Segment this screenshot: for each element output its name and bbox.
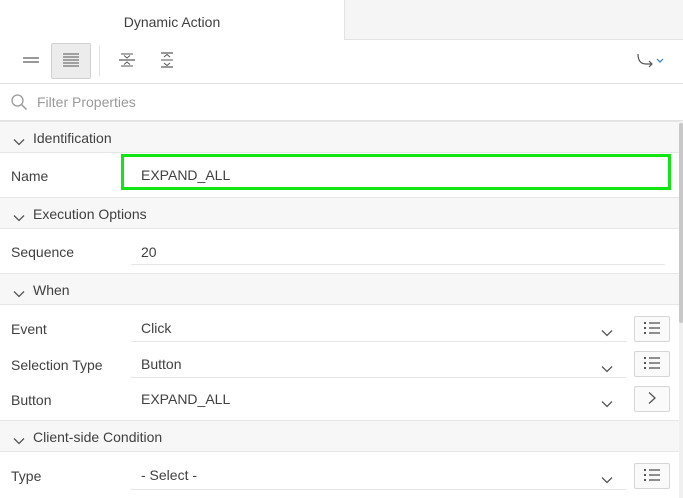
collapse-all-icon — [118, 51, 136, 72]
chevron-right-icon — [647, 391, 657, 408]
event-select[interactable]: Click — [141, 320, 171, 336]
group-title: When — [33, 282, 70, 298]
group-title: Client-side Condition — [33, 429, 163, 445]
group-title: Execution Options — [33, 206, 147, 222]
property-row-sequence: Sequence 20 — [0, 229, 679, 273]
selection-type-select[interactable]: Button — [141, 356, 181, 372]
list-icon — [643, 355, 661, 374]
property-row-button: Button EXPAND_ALL — [0, 376, 679, 420]
chevron-down-icon[interactable] — [601, 471, 613, 487]
list-icon — [643, 467, 661, 486]
filter-properties-input[interactable] — [37, 91, 637, 113]
chevron-down-icon[interactable] — [601, 360, 613, 376]
group-title: Identification — [33, 130, 112, 146]
chevron-down-icon — [13, 432, 25, 448]
chevron-down-icon — [13, 285, 25, 301]
go-to-group-icon — [634, 51, 668, 72]
property-label: Button — [11, 392, 52, 408]
toolbar-separator — [99, 46, 100, 76]
name-field[interactable]: EXPAND_ALL — [141, 167, 230, 183]
expand-all-icon — [158, 51, 176, 72]
tab-bar: Dynamic Action — [0, 0, 683, 41]
expand-all-button[interactable] — [147, 43, 187, 79]
chevron-down-icon[interactable] — [601, 324, 613, 340]
group-header-when[interactable]: When — [0, 273, 679, 305]
scrollbar-thumb[interactable] — [679, 123, 683, 323]
property-row-selection-type: Selection Type Button — [0, 341, 679, 378]
show-all-icon — [62, 52, 80, 71]
scrollbar-track[interactable] — [679, 121, 683, 498]
tab-dynamic-action[interactable]: Dynamic Action — [0, 0, 345, 41]
selection-type-list-button[interactable] — [634, 351, 670, 377]
button-select[interactable]: EXPAND_ALL — [141, 391, 230, 407]
field-underline — [131, 264, 665, 265]
property-label: Selection Type — [11, 357, 103, 373]
property-row-event: Event Click — [0, 305, 679, 342]
event-list-button[interactable] — [634, 316, 670, 342]
chevron-down-icon[interactable] — [601, 395, 613, 411]
field-underline — [131, 489, 627, 490]
type-list-button[interactable] — [634, 463, 670, 489]
filter-bar — [0, 84, 683, 121]
list-icon — [643, 320, 661, 339]
show-all-button[interactable] — [51, 43, 91, 79]
group-header-identification[interactable]: Identification — [0, 121, 679, 153]
property-editor-toolbar — [0, 40, 683, 84]
sequence-field[interactable]: 20 — [141, 244, 157, 260]
show-common-icon — [22, 53, 40, 69]
property-label: Event — [11, 321, 47, 337]
chevron-down-icon — [13, 209, 25, 225]
search-icon — [10, 93, 28, 114]
chevron-down-icon — [13, 133, 25, 149]
go-to-button-button[interactable] — [634, 386, 670, 412]
property-label: Name — [11, 168, 49, 184]
property-label: Sequence — [11, 244, 75, 260]
go-to-group-button[interactable] — [630, 43, 672, 79]
group-header-client-side-condition[interactable]: Client-side Condition — [0, 420, 679, 452]
property-row-type: Type - Select - — [0, 452, 679, 498]
group-header-execution-options[interactable]: Execution Options — [0, 197, 679, 229]
show-common-button[interactable] — [11, 43, 51, 79]
property-list: Identification Name EXPAND_ALL Execution… — [0, 121, 683, 498]
type-select[interactable]: - Select - — [141, 467, 197, 483]
property-label: Type — [11, 468, 42, 484]
collapse-all-button[interactable] — [107, 43, 147, 79]
